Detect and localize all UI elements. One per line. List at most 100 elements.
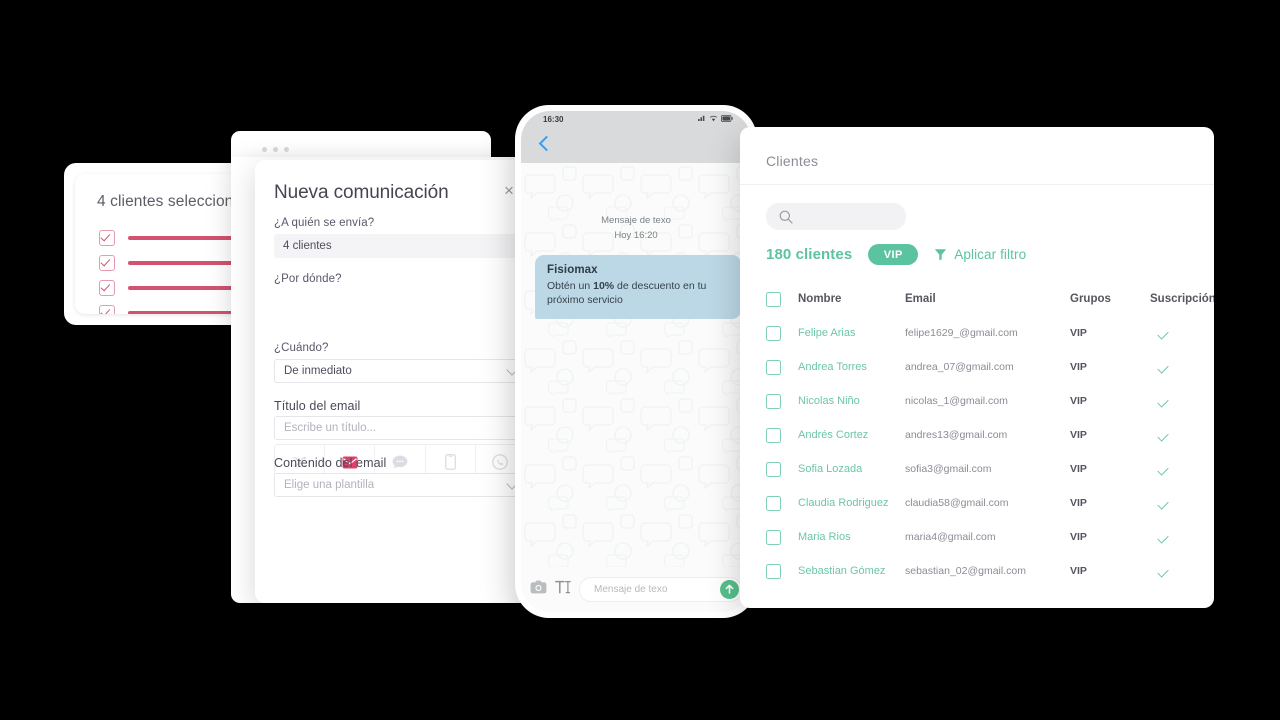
cell-name: Andrea Torres [798, 361, 867, 373]
text-format-icon[interactable] [555, 580, 571, 599]
clients-header: Clientes [740, 127, 1214, 185]
cell-group: VIP [1070, 497, 1087, 509]
cell-group: VIP [1070, 429, 1087, 441]
message-input[interactable]: Mensaje de texo [579, 577, 742, 602]
recipients-value: 4 clientes [283, 240, 332, 252]
row-checkbox[interactable] [766, 564, 781, 579]
select-all-checkbox[interactable] [766, 292, 781, 307]
cell-email: maria4@gmail.com [905, 531, 996, 543]
cell-name: Maria Rios [798, 531, 851, 543]
cell-name: Claudia Rodriguez [798, 497, 889, 509]
new-communication-panel: Nueva comunicación × ¿A quién se envía? … [255, 160, 530, 603]
battery-icon [721, 115, 733, 122]
window-dot-icon [273, 147, 278, 152]
apply-filter-button[interactable]: Aplicar filtro [934, 247, 1026, 262]
send-message-button[interactable] [720, 579, 739, 599]
vip-filter-chip[interactable]: VIP [868, 244, 919, 265]
client-checkbox-checked[interactable] [99, 280, 115, 296]
row-checkbox[interactable] [766, 394, 781, 409]
clients-table: Nombre Email Grupos Suscripción Felipe A… [740, 282, 1214, 588]
cell-name: Andrés Cortez [798, 429, 869, 441]
cell-subscribed [1150, 486, 1176, 520]
phone-screen: 16:30 Mensaje de texo Hoy 16:20 Fisiomax… [521, 111, 751, 612]
table-row[interactable]: Sebastian Gómez sebastian_02@gmail.com V… [740, 554, 1214, 588]
wifi-icon [709, 115, 718, 122]
label-subject: Título del email [274, 399, 361, 413]
message-meta-line2: Hoy 16:20 [614, 230, 658, 241]
cell-email: sofia3@gmail.com [905, 463, 992, 475]
column-header-nombre: Nombre [798, 293, 842, 305]
cell-subscribed [1150, 520, 1176, 554]
cell-subscribed [1150, 554, 1176, 588]
table-row[interactable]: Andrea Torres andrea_07@gmail.com VIP [740, 350, 1214, 384]
row-checkbox[interactable] [766, 428, 781, 443]
content-template-select[interactable]: Elige una plantilla [274, 473, 526, 497]
cell-name: Sofia Lozada [798, 463, 863, 475]
clients-toolbar: 180 clientes VIP Aplicar filtro [766, 244, 1026, 265]
cell-subscribed [1150, 452, 1176, 486]
cell-group: VIP [1070, 565, 1087, 577]
cell-name: Felipe Arias [798, 327, 856, 339]
chat-area: Mensaje de texo Hoy 16:20 Fisiomax Obtén… [521, 163, 751, 567]
when-value: De inmediato [284, 365, 352, 377]
check-icon [1157, 362, 1169, 374]
search-icon [779, 210, 793, 224]
whatsapp-icon [492, 454, 509, 471]
label-recipients: ¿A quién se envía? [274, 217, 375, 229]
subject-input[interactable]: Escribe un título... [274, 416, 526, 440]
message-text: Obtén un 10% de descuento en tu próximo … [547, 279, 729, 307]
column-header-suscripcion: Suscripción [1150, 293, 1214, 305]
table-header-row: Nombre Email Grupos Suscripción [740, 282, 1214, 316]
table-row[interactable]: Sofia Lozada sofia3@gmail.com VIP [740, 452, 1214, 486]
cell-subscribed [1150, 350, 1176, 384]
content-placeholder: Elige una plantilla [284, 479, 375, 491]
table-row[interactable]: Claudia Rodriguez claudia58@gmail.com VI… [740, 486, 1214, 520]
table-row[interactable]: Nicolas Niño nicolas_1@gmail.com VIP [740, 384, 1214, 418]
row-checkbox[interactable] [766, 326, 781, 341]
clients-panel: Clientes 180 clientes VIP Aplicar filtro… [740, 127, 1214, 608]
funnel-icon [935, 249, 947, 261]
status-time: 16:30 [543, 115, 564, 124]
mobile-icon [444, 454, 456, 471]
window-traffic-lights [262, 147, 289, 152]
phone-mockup: 16:30 Mensaje de texo Hoy 16:20 Fisiomax… [515, 105, 757, 618]
row-checkbox[interactable] [766, 530, 781, 545]
message-meta-line1: Mensaje de texo [601, 215, 671, 226]
client-checkbox-checked[interactable] [99, 230, 115, 246]
search-input[interactable] [766, 203, 906, 230]
message-input-placeholder: Mensaje de texo [594, 584, 668, 595]
column-header-email: Email [905, 293, 936, 305]
table-row[interactable]: Felipe Arias felipe1629_@gmail.com VIP [740, 316, 1214, 350]
cell-group: VIP [1070, 327, 1087, 339]
column-header-grupos: Grupos [1070, 293, 1111, 305]
message-text-pre: Obtén un [547, 280, 594, 292]
row-checkbox[interactable] [766, 360, 781, 375]
client-checkbox-checked[interactable] [99, 255, 115, 271]
check-icon [1157, 532, 1169, 544]
message-text-bold: 10% [593, 280, 615, 292]
cell-name: Sebastian Gómez [798, 565, 886, 577]
cell-email: andres13@gmail.com [905, 429, 1008, 441]
window-dot-icon [262, 147, 267, 152]
cell-group: VIP [1070, 361, 1087, 373]
label-content: Contenido del email [274, 456, 387, 470]
recipients-field[interactable]: 4 clientes [274, 234, 524, 258]
message-input-bar: Mensaje de texo [521, 567, 751, 612]
cell-email: claudia58@gmail.com [905, 497, 1009, 509]
cell-email: nicolas_1@gmail.com [905, 395, 1008, 407]
message-meta: Mensaje de texo Hoy 16:20 [521, 213, 751, 243]
chevron-left-icon[interactable] [538, 135, 555, 152]
when-select[interactable]: De inmediato [274, 359, 526, 383]
arrow-up-icon [725, 584, 734, 594]
cell-email: andrea_07@gmail.com [905, 361, 1014, 373]
cell-group: VIP [1070, 463, 1087, 475]
row-checkbox[interactable] [766, 462, 781, 477]
table-row[interactable]: Andrés Cortez andres13@gmail.com VIP [740, 418, 1214, 452]
row-checkbox[interactable] [766, 496, 781, 511]
client-checkbox-checked[interactable] [99, 305, 115, 314]
camera-icon[interactable] [530, 580, 547, 599]
label-when: ¿Cuándo? [274, 342, 329, 354]
check-icon [1157, 498, 1169, 510]
table-row[interactable]: Maria Rios maria4@gmail.com VIP [740, 520, 1214, 554]
check-icon [1157, 328, 1169, 340]
